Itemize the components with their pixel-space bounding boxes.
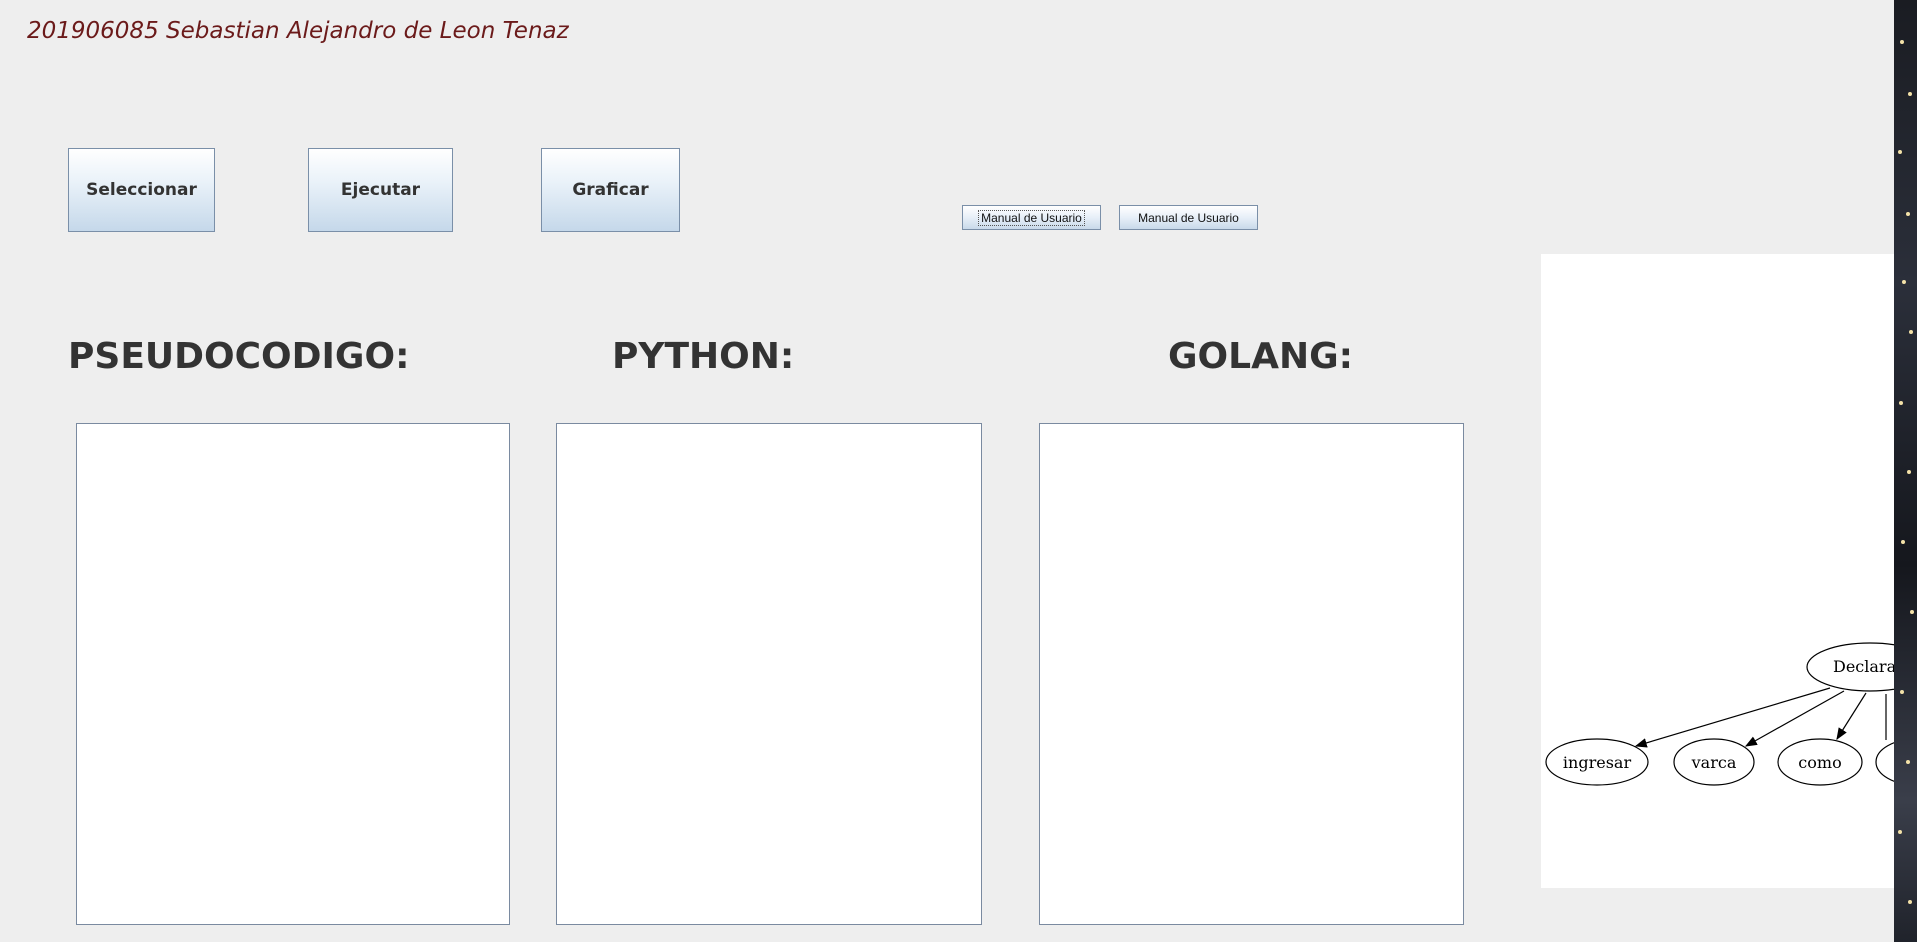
tree-node-label: ingresar <box>1563 753 1632 772</box>
tree-edge <box>1836 692 1867 741</box>
execute-button[interactable]: Ejecutar <box>308 148 453 232</box>
golang-heading: GOLANG: <box>1168 336 1354 377</box>
python-output-area[interactable] <box>556 423 982 925</box>
author-label: 201906085 Sebastian Alejandro de Leon Te… <box>27 18 569 44</box>
user-manual-label: Manual de Usuario <box>978 209 1085 226</box>
tree-edge <box>1744 690 1845 747</box>
select-button[interactable]: Seleccionar <box>68 148 215 232</box>
tree-edge <box>1634 687 1831 748</box>
tree-node <box>1875 742 1894 782</box>
golang-output-area[interactable] <box>1039 423 1464 925</box>
tree-node-label: varca <box>1691 753 1737 772</box>
pseudocode-editor[interactable] <box>76 423 510 925</box>
python-heading: PYTHON: <box>612 336 795 377</box>
background-edge <box>1894 0 1917 942</box>
syntax-tree-panel: Declarac ingresar varca como <box>1541 254 1894 888</box>
technical-manual-button[interactable]: Manual de Usuario <box>1119 205 1258 230</box>
graph-button[interactable]: Graficar <box>541 148 680 232</box>
tree-node-root-label: Declarac <box>1833 657 1894 676</box>
tree-node-label: como <box>1798 753 1841 772</box>
pseudocode-heading: PSEUDOCODIGO: <box>68 336 410 377</box>
syntax-tree-graph: Declarac ingresar varca como <box>1545 642 1894 786</box>
user-manual-button[interactable]: Manual de Usuario <box>962 205 1101 230</box>
